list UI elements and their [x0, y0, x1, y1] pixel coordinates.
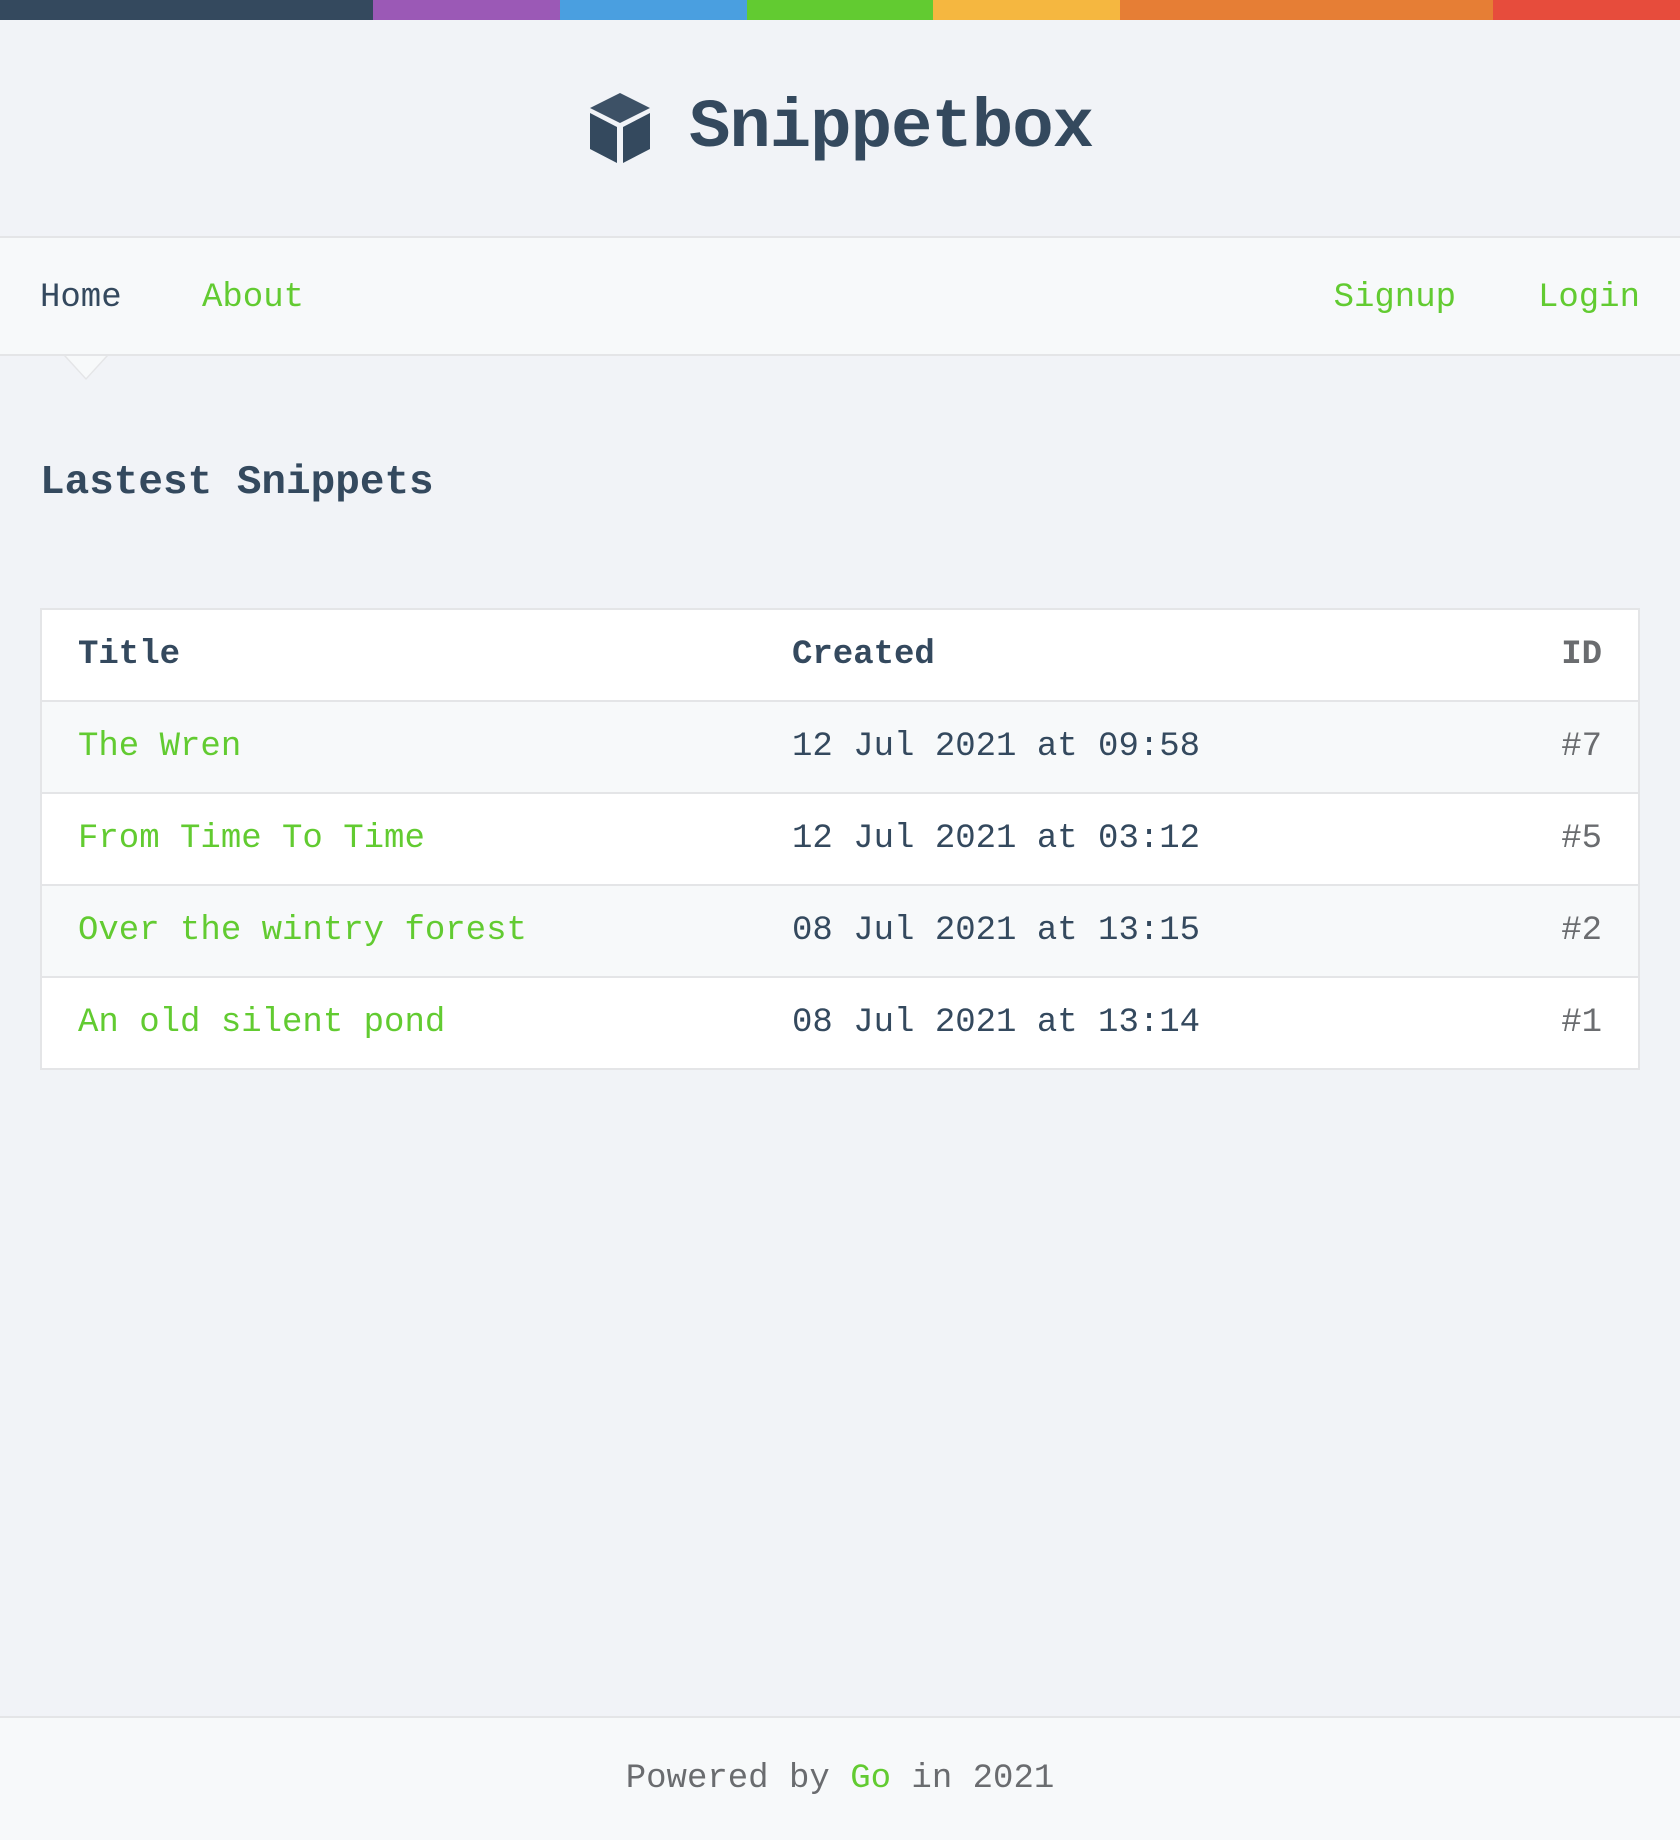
- stripe-segment: [746, 0, 934, 20]
- snippet-created: 12 Jul 2021 at 09:58: [792, 728, 1201, 766]
- color-stripe: [0, 0, 1680, 20]
- column-header-title: Title: [78, 636, 181, 674]
- table-row: The Wren 12 Jul 2021 at 09:58 #7: [42, 700, 1638, 792]
- table-header-row: Title Created ID: [42, 610, 1638, 700]
- stripe-segment: [373, 0, 560, 20]
- table-row: An old silent pond 08 Jul 2021 at 13:14 …: [42, 976, 1638, 1068]
- table-row: Over the wintry forest 08 Jul 2021 at 13…: [42, 884, 1638, 976]
- active-nav-indicator: [66, 356, 106, 378]
- stripe-segment: [933, 0, 1120, 20]
- snippet-title-link[interactable]: From Time To Time: [78, 820, 425, 858]
- snippet-id: #1: [1561, 1004, 1602, 1042]
- stripe-segment: [1493, 0, 1680, 20]
- column-header-id: ID: [1561, 636, 1602, 674]
- nav-about-link[interactable]: About: [202, 238, 304, 356]
- footer: Powered by Go in 2021: [0, 1716, 1680, 1840]
- stripe-segment: [559, 0, 747, 20]
- stripe-segment: [186, 0, 374, 20]
- page-title: Lastest Snippets: [40, 460, 434, 506]
- navbar: Home About Signup Login: [0, 238, 1680, 356]
- cube-icon: [587, 91, 653, 165]
- snippet-created: 08 Jul 2021 at 13:15: [792, 912, 1201, 950]
- snippet-id: #5: [1561, 820, 1602, 858]
- stripe-segment: [1119, 0, 1307, 20]
- footer-go-link[interactable]: Go: [850, 1760, 891, 1798]
- home-brand-link[interactable]: Snippetbox: [587, 89, 1094, 167]
- stripe-segment: [0, 0, 187, 20]
- snippet-id: #2: [1561, 912, 1602, 950]
- app-title: Snippetbox: [688, 89, 1094, 167]
- masthead: Snippetbox: [0, 20, 1680, 238]
- footer-suffix: in 2021: [911, 1760, 1055, 1798]
- snippet-title-link[interactable]: An old silent pond: [78, 1004, 445, 1042]
- snippet-id: #7: [1561, 728, 1602, 766]
- nav-home-link[interactable]: Home: [40, 238, 122, 356]
- snippet-title-link[interactable]: The Wren: [78, 728, 241, 766]
- table-row: From Time To Time 12 Jul 2021 at 03:12 #…: [42, 792, 1638, 884]
- snippet-created: 12 Jul 2021 at 03:12: [792, 820, 1201, 858]
- snippet-title-link[interactable]: Over the wintry forest: [78, 912, 527, 950]
- nav-signup-link[interactable]: Signup: [1334, 238, 1456, 356]
- snippets-table: Title Created ID The Wren 12 Jul 2021 at…: [40, 608, 1640, 1070]
- footer-prefix: Powered by: [625, 1760, 830, 1798]
- stripe-segment: [1306, 0, 1494, 20]
- snippet-created: 08 Jul 2021 at 13:14: [792, 1004, 1201, 1042]
- column-header-created: Created: [792, 636, 935, 674]
- nav-login-link[interactable]: Login: [1538, 238, 1640, 356]
